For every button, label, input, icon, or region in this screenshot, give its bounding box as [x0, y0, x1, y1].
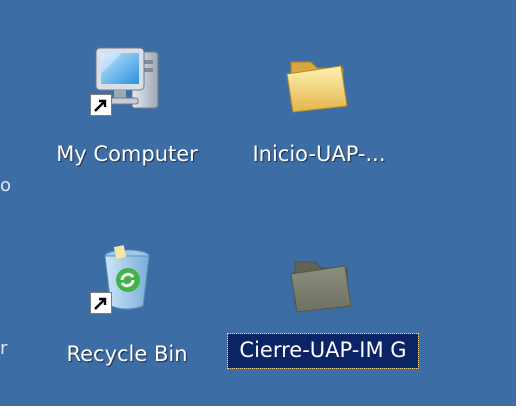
- desktop-icon-label: Inicio-UAP-...: [252, 142, 386, 166]
- folder-icon: [290, 261, 352, 313]
- my-computer-icon: [95, 47, 159, 109]
- desktop-icon-label: Recycle Bin: [66, 342, 188, 366]
- offscreen-icon-fragment: r: [0, 338, 8, 359]
- desktop-icon-label: My Computer: [56, 142, 198, 166]
- desktop-icon-inicio-folder[interactable]: Inicio-UAP-...: [224, 44, 414, 184]
- shortcut-arrow-icon: [90, 94, 112, 116]
- desktop[interactable]: o r My Computer Inicio-UAP-... Recycle B…: [0, 0, 516, 406]
- desktop-icon-label-selected: Cierre-UAP-IM G: [227, 333, 419, 369]
- folder-icon: [286, 61, 348, 113]
- desktop-icon-my-computer[interactable]: My Computer: [32, 44, 222, 184]
- offscreen-icon-fragment: o: [0, 175, 12, 196]
- desktop-icon-recycle-bin[interactable]: Recycle Bin: [32, 240, 222, 380]
- shortcut-arrow-icon: [90, 292, 112, 314]
- desktop-icon-cierre-folder[interactable]: Cierre-UAP-IM G: [227, 244, 419, 404]
